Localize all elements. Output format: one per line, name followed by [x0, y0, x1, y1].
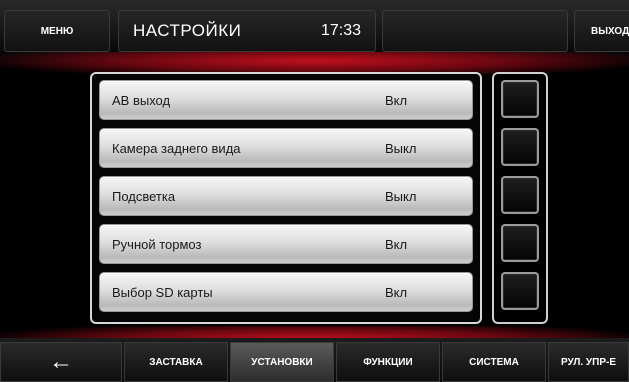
setting-row-backlight[interactable]: Подсветка Выкл	[99, 176, 473, 216]
setting-value: Вкл	[385, 236, 408, 252]
tab-system[interactable]: СИСТЕМА	[442, 342, 546, 382]
settings-panel: АВ выход Вкл Камера заднего вида Выкл По…	[90, 72, 482, 324]
page-title: НАСТРОЙКИ	[133, 21, 242, 40]
menu-button-label: МЕНЮ	[40, 25, 74, 37]
setting-label: Выбор SD карты	[112, 284, 213, 300]
clock: 17:33	[320, 22, 361, 39]
side-button-3[interactable]	[501, 176, 539, 214]
tab-functions[interactable]: ФУНКЦИИ	[336, 342, 440, 382]
header-spacer	[382, 10, 568, 52]
setting-row-rear-camera[interactable]: Камера заднего вида Выкл	[99, 128, 473, 168]
exit-button-label: ВЫХОД	[591, 25, 629, 37]
header-red-glow	[0, 52, 629, 74]
side-button-4[interactable]	[501, 224, 539, 262]
setting-value: Выкл	[385, 140, 417, 156]
tab-steering-control[interactable]: РУЛ. УПР-Е	[548, 342, 629, 382]
setting-row-av-output[interactable]: АВ выход Вкл	[99, 80, 473, 120]
setting-value: Выкл	[385, 188, 417, 204]
setting-value: Вкл	[385, 284, 408, 300]
tab-label: СИСТЕМА	[469, 356, 519, 368]
tab-label: ФУНКЦИИ	[363, 356, 413, 368]
side-button-1[interactable]	[501, 80, 539, 118]
setting-label: Камера заднего вида	[112, 140, 241, 156]
setting-label: Ручной тормоз	[112, 236, 202, 252]
tab-settings[interactable]: УСТАНОВКИ	[230, 342, 334, 382]
tab-label: УСТАНОВКИ	[251, 356, 313, 368]
side-button-5[interactable]	[501, 272, 539, 310]
setting-row-sd-card[interactable]: Выбор SD карты Вкл	[99, 272, 473, 312]
back-arrow-icon: ←	[49, 348, 73, 375]
setting-row-handbrake[interactable]: Ручной тормоз Вкл	[99, 224, 473, 264]
side-button-column	[492, 72, 548, 324]
tab-label: ЗАСТАВКА	[149, 356, 203, 368]
back-button[interactable]: ←	[0, 342, 122, 382]
setting-value: Вкл	[385, 92, 408, 108]
menu-button[interactable]: МЕНЮ	[4, 10, 110, 52]
tab-screensaver[interactable]: ЗАСТАВКА	[124, 342, 228, 382]
setting-label: АВ выход	[112, 92, 171, 108]
tab-label: РУЛ. УПР-Е	[560, 356, 617, 368]
side-button-2[interactable]	[501, 128, 539, 166]
exit-button[interactable]: ВЫХОД	[574, 10, 629, 52]
title-bar: НАСТРОЙКИ 17:33	[118, 10, 376, 52]
setting-label: Подсветка	[112, 188, 176, 204]
